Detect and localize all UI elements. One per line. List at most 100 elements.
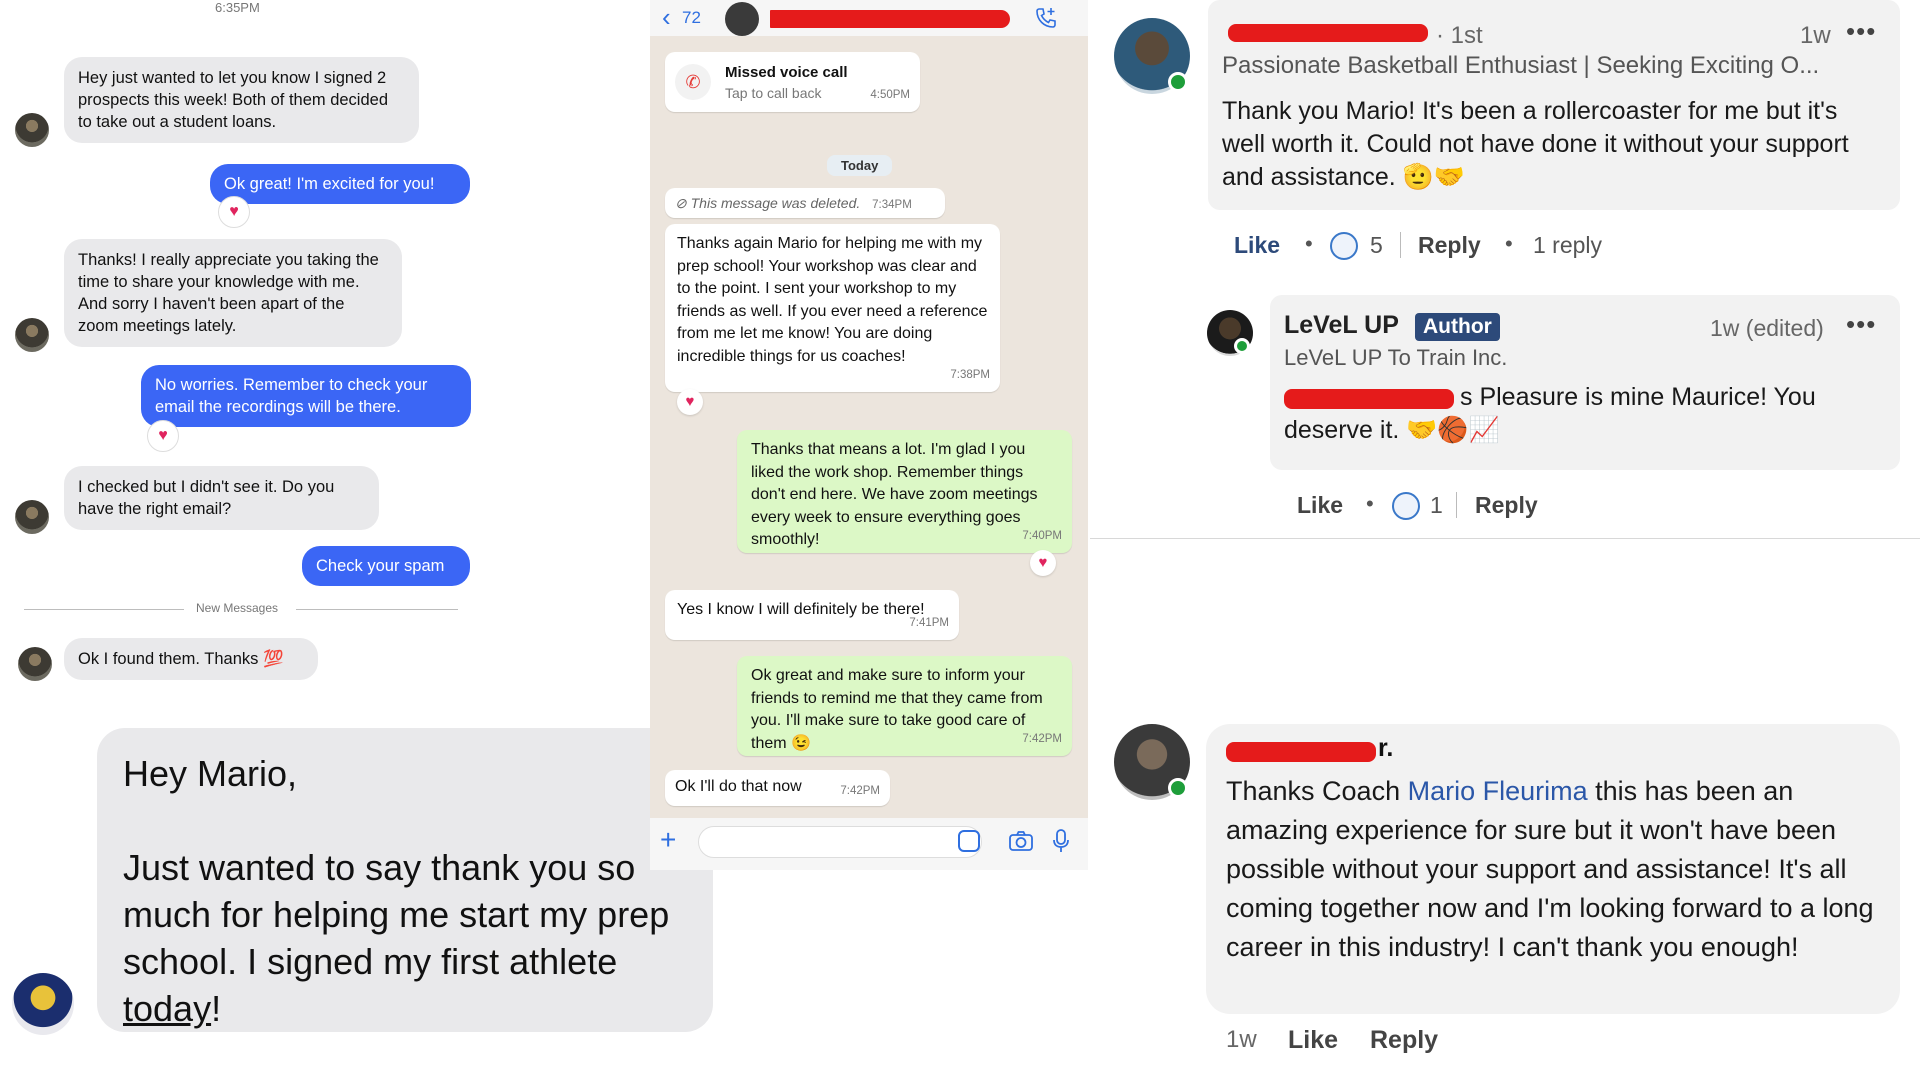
more-icon[interactable]: ••• xyxy=(1846,16,1876,47)
new-messages-label: New Messages xyxy=(196,601,279,615)
divider xyxy=(296,609,458,610)
message-bubble: Thanks that means a lot. I'm glad I you … xyxy=(737,430,1072,553)
online-indicator xyxy=(1168,778,1188,798)
separator xyxy=(1456,492,1457,518)
author-name[interactable]: LeVeL UP xyxy=(1284,311,1399,340)
message-text: Ok I'll do that now xyxy=(675,778,802,795)
avatar xyxy=(15,318,49,352)
sticker-icon[interactable] xyxy=(958,830,980,852)
separator: • xyxy=(1305,231,1313,256)
comment-text-start: Thanks Coach xyxy=(1226,776,1408,806)
comment-text: Thank you Mario! It's been a rollercoast… xyxy=(1222,97,1849,191)
missed-call-icon: ✆ xyxy=(675,64,711,100)
message-text: Thanks again Mario for helping me with m… xyxy=(677,235,988,365)
reaction-count[interactable]: 1 xyxy=(1430,492,1443,519)
message-input[interactable] xyxy=(698,826,982,858)
message-time: 7:41PM xyxy=(909,616,949,629)
chat-header: ‹ 72 xyxy=(650,0,1088,36)
back-chevron-icon[interactable]: ‹ xyxy=(662,2,671,33)
message-bubble: Thanks again Mario for helping me with m… xyxy=(665,224,1000,392)
mic-icon[interactable] xyxy=(1052,828,1070,854)
message-end: ! xyxy=(211,988,222,1029)
avatar xyxy=(12,973,74,1035)
reply-text: s Pleasure is mine Maurice! You deserve … xyxy=(1284,383,1816,444)
like-button[interactable]: Like xyxy=(1297,492,1343,519)
redacted-name xyxy=(1228,24,1428,42)
headline: Passionate Basketball Enthusiast | Seeki… xyxy=(1222,52,1820,79)
message-time: 4:50PM xyxy=(870,88,910,101)
avatar[interactable] xyxy=(725,2,759,36)
phone-plus-icon[interactable] xyxy=(1034,6,1058,30)
greeting-text: Hey Mario, xyxy=(123,753,298,794)
reply-button[interactable]: Reply xyxy=(1370,1026,1438,1055)
date-chip: Today xyxy=(827,155,893,176)
avatar xyxy=(15,500,49,534)
camera-icon[interactable] xyxy=(1008,830,1034,852)
online-indicator xyxy=(1168,72,1188,92)
message-time: 7:42PM xyxy=(1022,732,1062,745)
heart-icon: ♥ xyxy=(218,196,250,228)
message-bubble: Ok great! I'm excited for you! xyxy=(210,164,470,204)
status-time: 6:35PM xyxy=(215,0,260,15)
separator: • xyxy=(1366,491,1374,516)
comment-age: 1w (edited) xyxy=(1710,315,1824,341)
separator xyxy=(1400,232,1401,258)
date-link[interactable]: today xyxy=(123,988,211,1029)
message-bubble: No worries. Remember to check your email… xyxy=(141,365,471,427)
message-bubble: Ok great and make sure to inform your fr… xyxy=(737,656,1072,756)
message-body: Just wanted to say thank you so much for… xyxy=(123,847,670,982)
message-text: Ok great and make sure to inform your fr… xyxy=(751,667,1043,752)
reaction-count[interactable]: 5 xyxy=(1370,232,1383,259)
like-button[interactable]: Like xyxy=(1288,1026,1338,1055)
reply-button[interactable]: Reply xyxy=(1418,232,1481,259)
message-bubble: Ok I found them. Thanks 💯 xyxy=(64,638,318,680)
heart-icon: ♥ xyxy=(147,420,179,452)
message-time: 7:34PM xyxy=(872,199,912,211)
avatar xyxy=(18,647,52,681)
redacted-name xyxy=(770,10,1010,28)
message-text: Thanks that means a lot. I'm glad I you … xyxy=(751,441,1038,548)
divider xyxy=(24,609,184,610)
author-subtitle: LeVeL UP To Train Inc. xyxy=(1284,345,1508,370)
deleted-icon: ⊘ xyxy=(675,195,691,211)
comment-age: 1w xyxy=(1226,1026,1257,1053)
mention-link[interactable]: Mario Fleurima xyxy=(1408,776,1588,806)
reaction-icon[interactable] xyxy=(1330,232,1358,260)
missed-call-card[interactable]: ✆ Missed voice call Tap to call back 4:5… xyxy=(665,52,920,112)
separator: • xyxy=(1505,231,1513,256)
message-bubble: I checked but I didn't see it. Do you ha… xyxy=(64,466,379,530)
heart-icon: ♥ xyxy=(1030,550,1056,576)
missed-call-sub: Tap to call back xyxy=(725,85,822,101)
message-bubble: Hey just wanted to let you know I signed… xyxy=(64,57,419,143)
more-icon[interactable]: ••• xyxy=(1846,309,1876,340)
online-indicator xyxy=(1234,338,1250,354)
message-bubble: Check your spam xyxy=(302,546,470,586)
deleted-text: This message was deleted. xyxy=(690,195,861,211)
commenter-name-tail: r. xyxy=(1378,734,1394,762)
composer-bar: + xyxy=(650,818,1088,870)
message-time: 7:42PM xyxy=(840,784,880,797)
deleted-message: ⊘ This message was deleted. 7:34PM xyxy=(665,188,945,218)
message-bubble: Hey Mario, Just wanted to say thank you … xyxy=(97,728,713,1032)
message-time: 7:38PM xyxy=(950,368,990,381)
comment-card: r. Thanks Coach Mario Fleurima this has … xyxy=(1206,724,1900,1014)
avatar xyxy=(15,113,49,147)
message-bubble: Ok I'll do that now 7:42PM xyxy=(665,770,890,806)
reply-button[interactable]: Reply xyxy=(1475,492,1538,519)
comment-age: 1w xyxy=(1800,22,1831,49)
reaction-icon[interactable] xyxy=(1392,492,1420,520)
divider xyxy=(1090,538,1920,539)
message-bubble: Thanks! I really appreciate you taking t… xyxy=(64,239,402,347)
reply-card: LeVeL UP Author LeVeL UP To Train Inc. 1… xyxy=(1270,295,1900,470)
message-time: 7:40PM xyxy=(1022,529,1062,542)
connection-degree: · 1st xyxy=(1436,22,1483,49)
message-bubble: Yes I know I will definitely be there! 7… xyxy=(665,590,959,640)
comment-text: Thanks Coach Mario Fleurima this has bee… xyxy=(1226,772,1876,967)
back-count[interactable]: 72 xyxy=(682,8,701,28)
plus-icon[interactable]: + xyxy=(660,824,676,856)
like-button[interactable]: Like xyxy=(1234,232,1280,259)
replies-link[interactable]: 1 reply xyxy=(1533,232,1602,259)
message-text: Yes I know I will definitely be there! xyxy=(677,601,925,618)
heart-icon: ♥ xyxy=(677,389,703,415)
whatsapp-panel: ‹ 72 ✆ Missed voice call Tap to call bac… xyxy=(650,0,1088,870)
